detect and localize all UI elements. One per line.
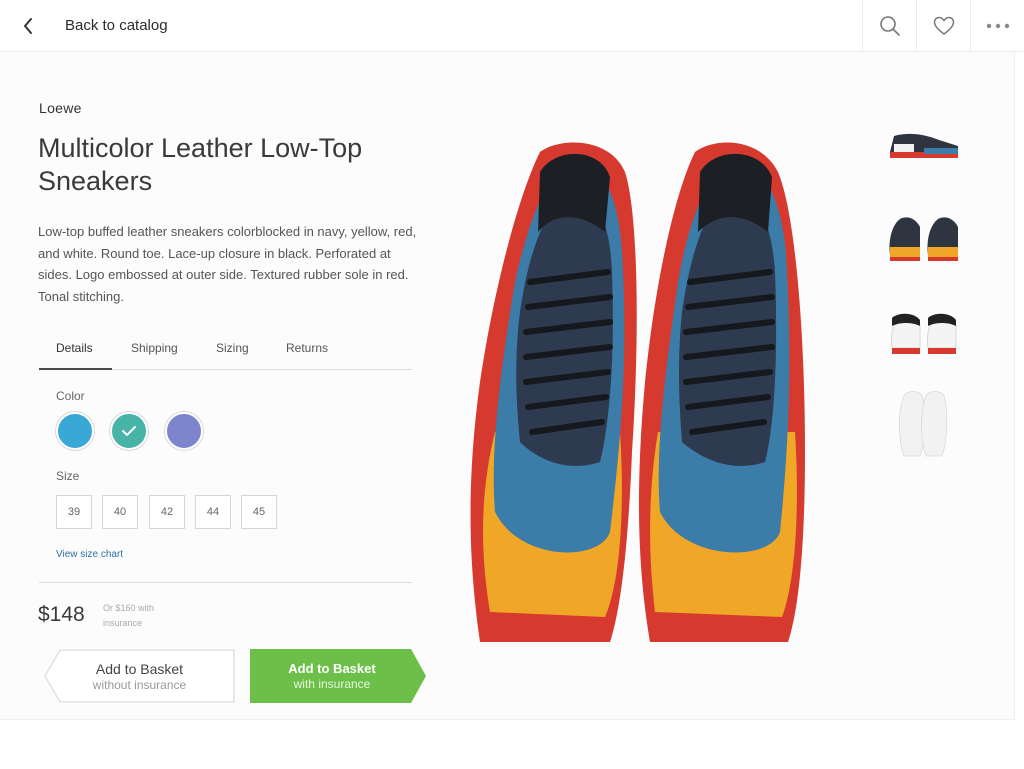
chevron-left-icon bbox=[24, 18, 32, 34]
price-insurance-note: Or $160 with insurance bbox=[103, 603, 155, 628]
active-tab-indicator bbox=[39, 368, 112, 370]
product-main-image bbox=[470, 142, 805, 642]
product-description: Low-top buffed leather sneakers colorblo… bbox=[38, 224, 417, 304]
more-dots-icon bbox=[986, 23, 1009, 29]
thumbnail-back-view[interactable] bbox=[884, 290, 964, 370]
thumbnail-top-view[interactable] bbox=[884, 380, 964, 460]
size-option[interactable]: 42 bbox=[149, 495, 185, 529]
color-label: Color bbox=[56, 389, 85, 403]
divider bbox=[39, 582, 412, 583]
color-swatch-blue[interactable] bbox=[56, 412, 94, 450]
button-sub-label: without insurance bbox=[92, 677, 187, 692]
more-button[interactable] bbox=[970, 0, 1024, 52]
heart-icon bbox=[933, 16, 954, 35]
info-tabs: Details Shipping Sizing Returns bbox=[39, 328, 412, 370]
size-option[interactable]: 40 bbox=[102, 495, 138, 529]
size-option[interactable]: 44 bbox=[195, 495, 231, 529]
product-brand: Loewe bbox=[39, 100, 82, 116]
check-icon bbox=[122, 426, 136, 436]
left-shoe bbox=[470, 142, 637, 642]
size-label: Size bbox=[56, 469, 80, 483]
size-chart-link[interactable]: View size chart bbox=[56, 549, 123, 560]
product-price: $148 bbox=[38, 603, 85, 626]
color-swatch-purple[interactable] bbox=[165, 412, 203, 450]
button-main-label: Add to Basket bbox=[288, 661, 376, 676]
back-to-catalog-link[interactable]: Back to catalog bbox=[65, 17, 168, 34]
thumbnail-side-view[interactable] bbox=[884, 104, 964, 184]
search-icon bbox=[879, 16, 900, 36]
product-panel: Loewe Multicolor Leather Low-Top Sneaker… bbox=[0, 52, 1015, 720]
tab-sizing[interactable]: Sizing bbox=[216, 341, 249, 355]
button-sub-label: with insurance bbox=[293, 677, 371, 691]
top-bar: Back to catalog bbox=[0, 0, 1024, 52]
add-to-basket-with-insurance-button[interactable]: Add to Basket with insurance bbox=[250, 649, 426, 703]
tab-details[interactable]: Details bbox=[56, 341, 93, 355]
top-actions bbox=[862, 0, 1024, 52]
button-main-label: Add to Basket bbox=[95, 660, 184, 677]
size-option[interactable]: 39 bbox=[56, 495, 92, 529]
back-button[interactable] bbox=[14, 10, 42, 42]
search-button[interactable] bbox=[862, 0, 916, 52]
right-shoe bbox=[638, 142, 805, 642]
thumbnail-front-view[interactable] bbox=[884, 195, 964, 275]
color-swatch-teal[interactable] bbox=[110, 412, 148, 450]
product-title: Multicolor Leather Low-Top Sneakers bbox=[38, 133, 363, 196]
favorite-button[interactable] bbox=[916, 0, 970, 52]
tab-returns[interactable]: Returns bbox=[286, 341, 328, 355]
tab-shipping[interactable]: Shipping bbox=[131, 341, 178, 355]
size-option[interactable]: 45 bbox=[241, 495, 277, 529]
add-to-basket-without-insurance-button[interactable]: Add to Basket without insurance bbox=[44, 649, 235, 703]
